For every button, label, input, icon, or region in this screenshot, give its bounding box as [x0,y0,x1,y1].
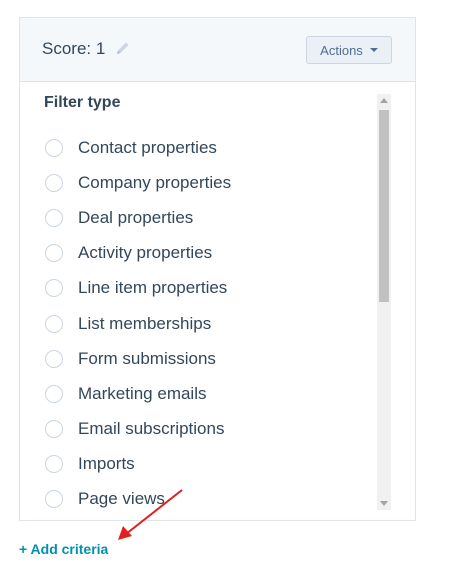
filter-option[interactable]: Email subscriptions [42,412,377,447]
score-label: Score: 1 [42,39,106,58]
filter-option[interactable]: Deal properties [42,200,377,235]
actions-button-label: Actions [320,42,363,58]
filter-option-label: Form submissions [78,348,216,368]
filter-option[interactable]: Contact properties [42,130,377,165]
scrollbar-thumb[interactable] [379,110,389,302]
filter-option[interactable]: List memberships [42,306,377,341]
score-card: Score: 1 Actions Filter type Contact pro… [19,17,416,521]
caret-down-icon [369,48,378,52]
filter-option[interactable]: Company properties [42,165,377,200]
filter-option-label: Deal properties [78,207,194,227]
filter-option[interactable]: Line item properties [42,271,377,306]
radio-button[interactable] [45,384,63,403]
filter-option[interactable]: Imports [42,447,377,482]
filter-option-label: Contact properties [78,137,217,157]
red-arrow-annotation [118,489,183,540]
radio-button[interactable] [45,244,63,263]
scroll-up-icon[interactable] [380,98,388,103]
filter-option-label: Line item properties [78,278,228,298]
filter-type-panel: Filter type Contact properties Company pr… [42,92,394,512]
filter-option-label: Imports [78,454,135,474]
card-header: Score: 1 Actions [20,18,415,82]
filter-type-list: Contact properties Company properties Deal… [42,130,377,512]
radio-button[interactable] [45,455,63,474]
radio-button[interactable] [45,208,63,227]
scroll-down-icon[interactable] [380,501,388,506]
radio-button[interactable] [45,349,63,368]
filter-option[interactable]: Form submissions [42,341,377,376]
radio-button[interactable] [45,420,63,439]
radio-button[interactable] [45,173,63,192]
filter-option-label: Email subscriptions [78,419,225,439]
radio-button[interactable] [45,279,63,298]
filter-option[interactable]: Activity properties [42,236,377,271]
filter-option-label: List memberships [78,313,212,333]
radio-button[interactable] [45,490,63,509]
filter-option[interactable]: Page views [42,482,377,512]
pencil-icon[interactable] [115,40,131,56]
filter-type-title: Filter type [44,94,121,111]
filter-option[interactable]: Marketing emails [42,376,377,411]
add-criteria-link[interactable]: + Add criteria [19,541,108,557]
actions-button[interactable]: Actions [306,36,392,64]
radio-button[interactable] [45,314,63,333]
filter-option-label: Company properties [78,172,232,192]
filter-option-label: Activity properties [78,243,213,263]
filter-list-scrollbar[interactable] [377,94,391,510]
filter-option-label: Marketing emails [78,383,207,403]
radio-button[interactable] [45,138,63,157]
